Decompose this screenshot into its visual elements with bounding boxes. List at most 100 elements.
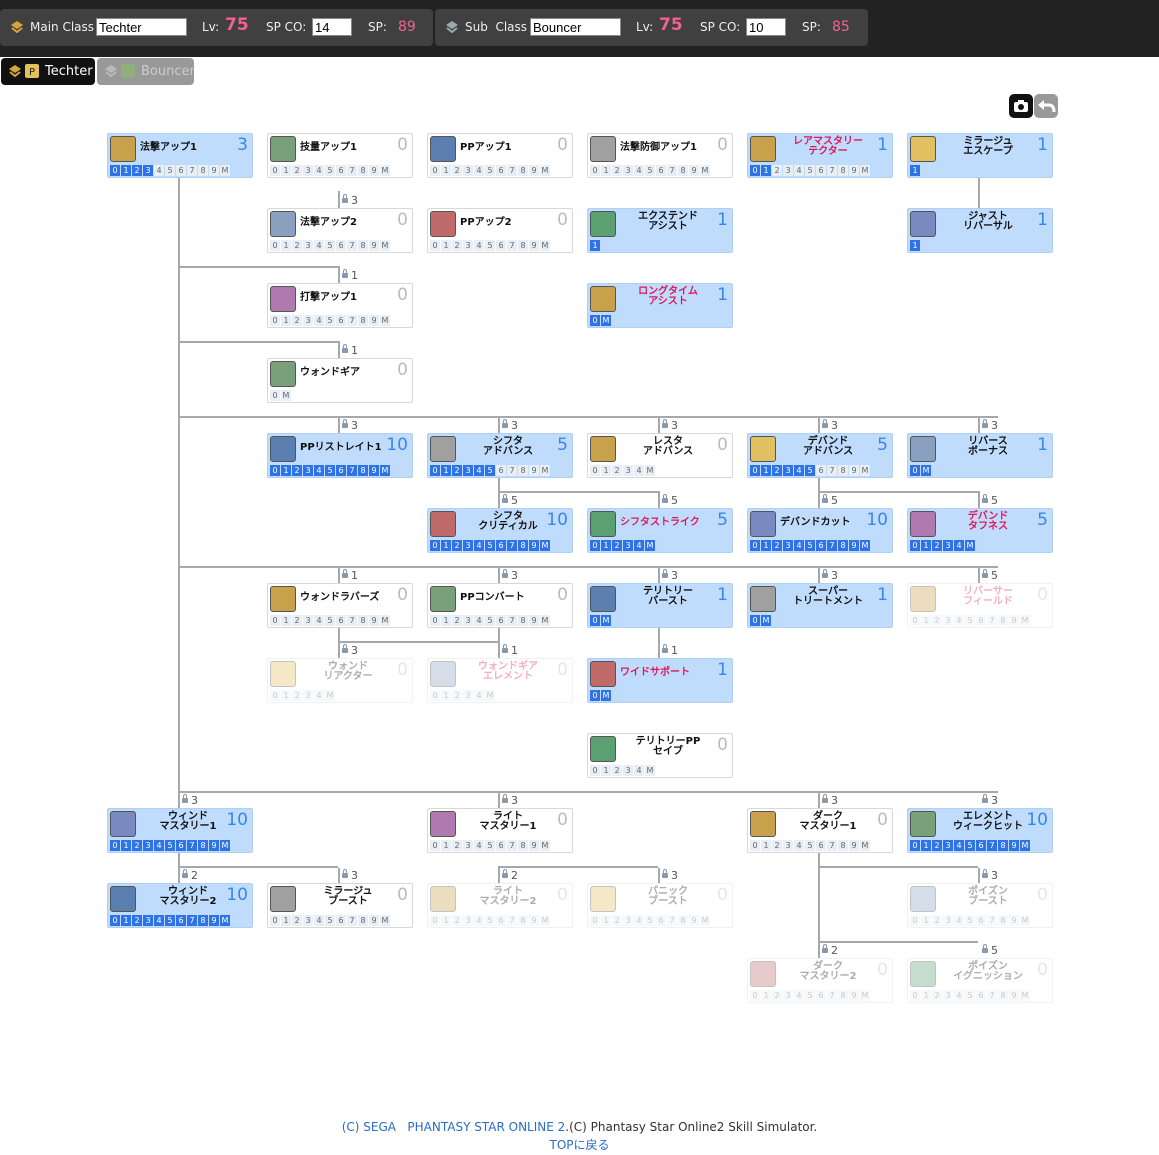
level-box[interactable]: M	[540, 615, 550, 626]
skill-card[interactable]: PPコンバート 0 0 1 2 3 4 5 6 7 8 9 M	[427, 583, 573, 628]
level-box[interactable]: 3	[943, 840, 953, 851]
top-link[interactable]: TOPに戻る	[549, 1138, 609, 1152]
level-box[interactable]: 6	[336, 240, 346, 251]
level-box[interactable]: M	[380, 240, 390, 251]
skill-card[interactable]: レスタ アドバンス 0 0 1 2 3 4 M	[587, 433, 733, 478]
level-box[interactable]: 2	[772, 540, 782, 551]
level-box[interactable]: 4	[794, 540, 804, 551]
level-box[interactable]: 6	[176, 915, 186, 926]
level-box[interactable]: M	[220, 915, 230, 926]
level-box[interactable]: 9	[849, 840, 859, 851]
level-box[interactable]: 0	[110, 840, 120, 851]
level-box[interactable]: 9	[529, 165, 539, 176]
level-box[interactable]: 4	[794, 465, 804, 476]
level-box[interactable]: 3	[143, 840, 153, 851]
level-box[interactable]: 3	[463, 690, 473, 701]
level-box[interactable]: 4	[314, 165, 324, 176]
level-box[interactable]: 7	[187, 165, 197, 176]
level-box[interactable]: 1	[921, 990, 931, 1001]
level-box[interactable]: 2	[452, 240, 462, 251]
level-box[interactable]: 4	[794, 165, 804, 176]
level-box[interactable]: 2	[452, 840, 462, 851]
level-box[interactable]: 8	[518, 165, 528, 176]
level-box[interactable]: 7	[507, 165, 517, 176]
level-box[interactable]: 4	[634, 765, 644, 776]
level-box[interactable]: 6	[176, 165, 186, 176]
level-box[interactable]: 1	[910, 240, 920, 251]
level-box[interactable]: 1	[281, 165, 291, 176]
level-box[interactable]: M	[645, 765, 655, 776]
level-box[interactable]: 1	[601, 765, 611, 776]
level-box[interactable]: 3	[303, 240, 313, 251]
level-box[interactable]: 1	[921, 840, 931, 851]
level-box[interactable]: 7	[187, 915, 197, 926]
level-box[interactable]: 4	[474, 540, 484, 551]
level-box[interactable]: 0	[430, 915, 440, 926]
level-box[interactable]: 5	[805, 990, 815, 1001]
level-box[interactable]: 0	[430, 165, 440, 176]
skill-card[interactable]: パニック ブースト 0 0 1 2 3 4 5 6 7 8 9 M	[587, 883, 733, 928]
level-box[interactable]: 1	[761, 840, 771, 851]
level-box[interactable]: 0	[270, 315, 280, 326]
level-box[interactable]: 4	[954, 540, 964, 551]
level-box[interactable]: 0	[590, 165, 600, 176]
level-box[interactable]: 5	[965, 840, 975, 851]
level-box[interactable]: 7	[347, 240, 357, 251]
level-box[interactable]: 2	[292, 240, 302, 251]
level-box[interactable]: 0	[750, 540, 760, 551]
skill-card[interactable]: エレメント ウィークヒット 10 0 1 2 3 4 5 6 7 8 9 M	[907, 808, 1053, 853]
level-box[interactable]: M	[860, 540, 870, 551]
level-box[interactable]: 6	[336, 915, 346, 926]
level-box[interactable]: 7	[347, 315, 357, 326]
level-box[interactable]: 9	[1009, 840, 1019, 851]
level-box[interactable]: 0	[910, 840, 920, 851]
level-box[interactable]: 3	[303, 615, 313, 626]
level-box[interactable]: 7	[987, 915, 997, 926]
level-box[interactable]: M	[645, 540, 655, 551]
level-box[interactable]: 9	[529, 615, 539, 626]
skill-card[interactable]: 法撃アップ2 0 0 1 2 3 4 5 6 7 8 9 M	[267, 208, 413, 253]
level-box[interactable]: 0	[590, 615, 600, 626]
skill-card[interactable]: ポイズン イグニッション 0 0 1 2 3 4 5 6 7 8 9 M	[907, 958, 1053, 1003]
level-box[interactable]: M	[380, 315, 390, 326]
level-box[interactable]: 0	[750, 615, 760, 626]
level-box[interactable]: 4	[474, 615, 484, 626]
level-box[interactable]: 1	[601, 540, 611, 551]
level-box[interactable]: M	[921, 465, 931, 476]
level-box[interactable]: 2	[452, 615, 462, 626]
level-box[interactable]: 8	[358, 315, 368, 326]
level-box[interactable]: M	[1020, 990, 1030, 1001]
level-box[interactable]: 4	[794, 840, 804, 851]
level-box[interactable]: 7	[827, 990, 837, 1001]
level-box[interactable]: 8	[358, 240, 368, 251]
level-box[interactable]: 1	[281, 240, 291, 251]
skill-card[interactable]: ミラージュ ブースト 0 0 1 2 3 4 5 6 7 8 9 M	[267, 883, 413, 928]
level-box[interactable]: 1	[441, 465, 451, 476]
level-box[interactable]: 6	[656, 165, 666, 176]
skill-card[interactable]: シフタ クリティカル 10 0 1 2 3 4 5 6 7 8 9 M	[427, 508, 573, 553]
level-box[interactable]: 0	[750, 165, 760, 176]
level-box[interactable]: 8	[358, 615, 368, 626]
level-box[interactable]: 1	[601, 915, 611, 926]
level-box[interactable]: 0	[110, 165, 120, 176]
skill-card[interactable]: ウォンドラバーズ 0 0 1 2 3 4 5 6 7 8 9 M	[267, 583, 413, 628]
level-box[interactable]: 4	[474, 165, 484, 176]
level-box[interactable]: 9	[369, 615, 379, 626]
level-box[interactable]: 3	[143, 165, 153, 176]
level-box[interactable]: 7	[507, 540, 517, 551]
level-box[interactable]: 9	[369, 165, 379, 176]
level-box[interactable]: 3	[463, 540, 473, 551]
level-box[interactable]: 8	[998, 840, 1008, 851]
level-box[interactable]: 6	[656, 915, 666, 926]
level-box[interactable]: 1	[761, 540, 771, 551]
level-box[interactable]: 3	[463, 165, 473, 176]
level-box[interactable]: 8	[838, 840, 848, 851]
level-box[interactable]: 6	[496, 840, 506, 851]
level-box[interactable]: 8	[838, 540, 848, 551]
level-box[interactable]: 0	[430, 240, 440, 251]
level-box[interactable]: 9	[849, 165, 859, 176]
level-box[interactable]: 5	[485, 540, 495, 551]
level-box[interactable]: 1	[590, 240, 600, 251]
skill-card[interactable]: デバンド タフネス 5 0 1 2 3 4 M	[907, 508, 1053, 553]
skill-card[interactable]: PPリストレイト1 10 0 1 2 3 4 5 6 7 8 9 M	[267, 433, 413, 478]
